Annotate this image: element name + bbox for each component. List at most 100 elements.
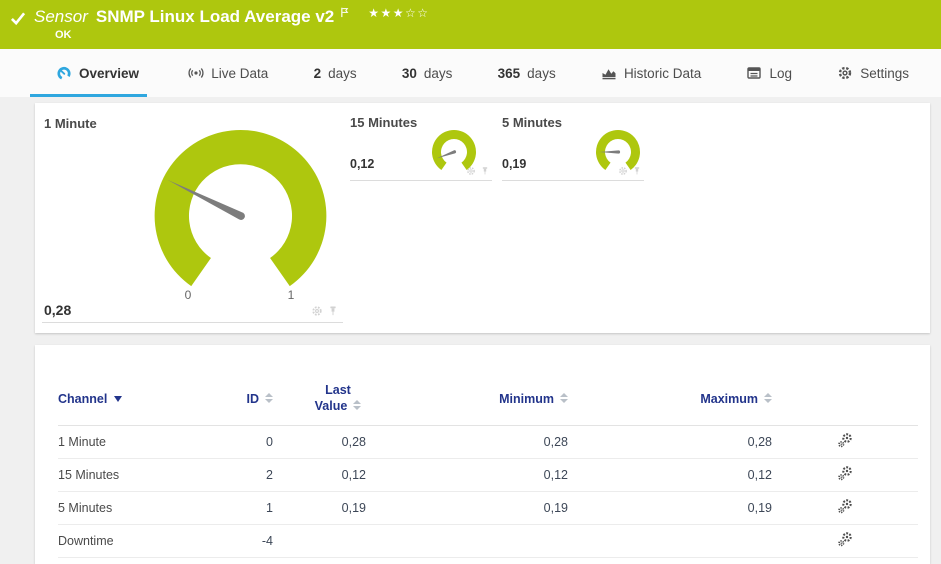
- table-row: 1 Minute 0 0,28 0,28 0,28: [58, 425, 918, 459]
- sort-icon: [265, 393, 273, 404]
- cell-id: 1: [228, 491, 273, 525]
- tab-settings[interactable]: Settings: [833, 49, 913, 97]
- tab-2-days[interactable]: 2 days: [310, 49, 361, 97]
- column-header-maximum[interactable]: Maximum: [568, 373, 772, 426]
- tab-live-data[interactable]: Live Data: [184, 49, 272, 97]
- tab-label: Live Data: [211, 65, 269, 81]
- cell-id: 2: [228, 458, 273, 492]
- tab-number: 365: [497, 65, 521, 81]
- tab-log[interactable]: Log: [742, 49, 796, 97]
- cell-channel: 15 Minutes: [58, 458, 228, 492]
- sort-desc-icon: [114, 396, 123, 403]
- cell-last-value: 0,19: [273, 491, 366, 525]
- cell-minimum: 0,19: [366, 491, 568, 525]
- primary-gauge-title: 1 Minute: [44, 116, 97, 131]
- channels-panel: Channel ID Last Value Minimum Maximum 1 …: [35, 345, 930, 564]
- gauge-arc: [154, 129, 327, 287]
- gauges-panel: 1 Minute 0 1 0,28 15 Minutes 0,12 5 Minu…: [35, 103, 930, 333]
- cell-id: -4: [228, 524, 273, 558]
- cell-channel: 1 Minute: [58, 425, 228, 459]
- tab-label: Historic Data: [623, 65, 702, 81]
- tab-label: days: [423, 65, 453, 81]
- sensor-header: Sensor SNMP Linux Load Average v2 ★★★☆☆ …: [0, 0, 941, 49]
- cell-last-value: 0,28: [273, 425, 366, 459]
- primary-gauge: [154, 129, 327, 287]
- cell-minimum: 0,28: [366, 425, 568, 459]
- status-ok-check-icon: [10, 11, 26, 24]
- cell-maximum: 0,12: [568, 458, 772, 492]
- column-header-id[interactable]: ID: [228, 373, 273, 426]
- tab-label: Log: [769, 65, 792, 81]
- table-row: 15 Minutes 2 0,12 0,12 0,12: [58, 458, 918, 492]
- channels-table: Channel ID Last Value Minimum Maximum 1 …: [58, 373, 918, 558]
- tab-label: days: [527, 65, 556, 81]
- gauge-scale-min: 0: [184, 288, 192, 302]
- stars-empty: ☆☆: [405, 6, 430, 20]
- primary-gauge-value: 0,28: [44, 302, 72, 318]
- log-icon: [747, 67, 762, 79]
- active-tab-underline: [30, 94, 148, 97]
- cell-last-value: 0,12: [273, 458, 366, 492]
- mini-gauge-value: 0,19: [502, 157, 527, 171]
- broadcast-icon: [188, 67, 204, 79]
- gauge-divider: [42, 322, 343, 323]
- table-row: Downtime -4: [58, 524, 918, 558]
- cell-last-value: [273, 524, 366, 558]
- mini-gauge-title: 5 Minutes: [502, 115, 562, 130]
- tab-label: days: [328, 65, 357, 81]
- cell-channel: Downtime: [58, 524, 228, 558]
- gauge-scale-max: 1: [287, 288, 295, 302]
- cell-minimum: 0,12: [366, 458, 568, 492]
- cell-minimum: [366, 524, 568, 558]
- tab-number: 2: [313, 65, 322, 81]
- gauge-settings-gear-icon[interactable]: [311, 305, 323, 317]
- flag-icon[interactable]: [339, 6, 352, 20]
- gauge-arc: [596, 129, 640, 171]
- mini-gauge-title: 15 Minutes: [350, 115, 418, 130]
- gauge-divider: [350, 180, 492, 181]
- gauge-settings-gear-icon[interactable]: [466, 166, 476, 176]
- gauge-pin-icon[interactable]: [327, 305, 339, 317]
- tab-historic-data[interactable]: Historic Data: [597, 49, 705, 97]
- cell-maximum: [568, 524, 772, 558]
- mini-gauge-15-minutes: 15 Minutes 0,12: [350, 113, 492, 185]
- table-header-row: Channel ID Last Value Minimum Maximum: [58, 373, 918, 426]
- tab-365-days[interactable]: 365 days: [494, 49, 560, 97]
- column-header-channel[interactable]: Channel: [58, 373, 228, 426]
- object-type-label: Sensor: [34, 7, 88, 26]
- sort-icon: [764, 393, 772, 404]
- column-header-last-value[interactable]: Last Value: [273, 373, 366, 426]
- cell-maximum: 0,19: [568, 491, 772, 525]
- channel-settings-icon[interactable]: [837, 432, 853, 448]
- gauge-arc: [432, 129, 476, 171]
- column-header-minimum[interactable]: Minimum: [366, 373, 568, 426]
- sort-icon: [353, 400, 362, 411]
- gauge-divider: [502, 180, 644, 181]
- tab-overview[interactable]: Overview: [30, 49, 148, 97]
- gauge-pin-icon[interactable]: [480, 166, 490, 176]
- sensor-status-badge: OK: [55, 29, 72, 41]
- channel-settings-icon[interactable]: [837, 531, 853, 547]
- tab-number: 30: [401, 65, 417, 81]
- gauge-pin-icon[interactable]: [632, 166, 642, 176]
- tab-bar: Overview Live Data 2 days 30 days 365 da…: [0, 49, 941, 97]
- channel-settings-icon[interactable]: [837, 465, 853, 481]
- tab-label: Settings: [860, 65, 909, 81]
- mini-gauge-5-minutes: 5 Minutes 0,19: [502, 113, 644, 185]
- mini-gauge-value: 0,12: [350, 157, 375, 171]
- gauge-icon: [56, 65, 72, 81]
- gear-icon: [839, 66, 852, 80]
- cell-maximum: 0,28: [568, 425, 772, 459]
- cell-channel: 5 Minutes: [58, 491, 228, 525]
- column-header-actions: [772, 373, 918, 426]
- overview-content: 1 Minute 0 1 0,28 15 Minutes 0,12 5 Minu…: [0, 97, 941, 564]
- tab-label: Overview: [79, 65, 140, 81]
- sensor-title: SNMP Linux Load Average v2: [95, 7, 335, 26]
- channel-settings-icon[interactable]: [837, 498, 853, 514]
- sort-icon: [560, 393, 568, 404]
- cell-id: 0: [228, 425, 273, 459]
- tab-30-days[interactable]: 30 days: [398, 49, 457, 97]
- priority-stars[interactable]: ★★★☆☆: [368, 6, 429, 20]
- chart-icon: [602, 69, 616, 80]
- gauge-settings-gear-icon[interactable]: [618, 166, 628, 176]
